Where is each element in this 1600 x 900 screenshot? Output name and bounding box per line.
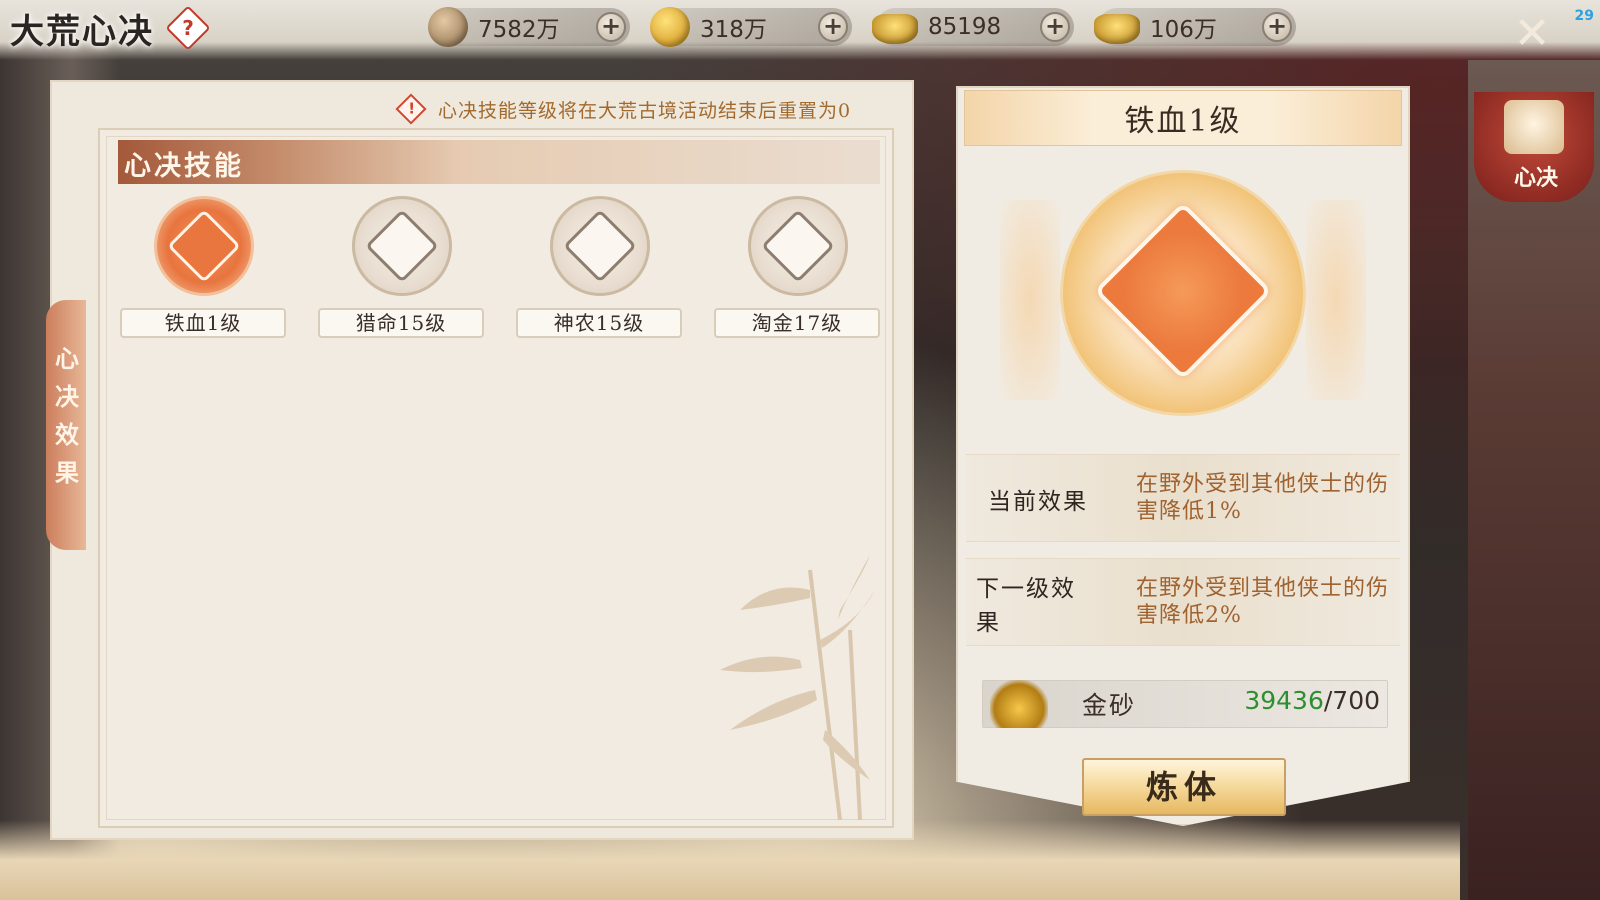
- currency-value: 318万: [700, 17, 767, 43]
- warning-icon: !: [395, 93, 427, 125]
- gold-coin-icon: [650, 7, 690, 47]
- cost-have: 39436: [1244, 686, 1324, 715]
- skill-label: 铁血1级: [120, 308, 286, 338]
- next-effect-row: 下一级效果 在野外受到其他侠士的伤害降低2%: [966, 558, 1400, 646]
- close-icon[interactable]: ✕: [1508, 12, 1556, 60]
- currency-value: 106万: [1150, 17, 1217, 43]
- skill-label: 神农15级: [516, 308, 682, 338]
- add-gold-ingot-button[interactable]: +: [1262, 12, 1292, 42]
- reset-notice: ! 心决技能等级将在大荒古境活动结束后重置为0: [395, 93, 904, 125]
- next-effect-text: 在野外受到其他侠士的伤害降低2%: [1136, 576, 1390, 628]
- currency-value: 85198: [928, 14, 1002, 40]
- skill-label: 猎命15级: [318, 308, 484, 338]
- meditation-icon: [1504, 100, 1564, 154]
- detail-title: 铁血1级: [1124, 104, 1242, 139]
- sword-emblem-icon: [352, 196, 452, 296]
- bronze-coin-icon: [428, 7, 468, 47]
- gold-ingot-icon: [1094, 14, 1140, 44]
- currency-silver-ingot: 85198 +: [872, 8, 1074, 46]
- current-effect-text: 在野外受到其他侠士的伤害降低1%: [1136, 472, 1390, 524]
- pickaxe-emblem-icon: [748, 196, 848, 296]
- bamboo-decoration: [720, 555, 875, 820]
- help-icon-glyph: ?: [182, 16, 194, 40]
- cost-value: 39436/700: [1200, 686, 1380, 715]
- add-silver-ingot-button[interactable]: +: [1040, 12, 1070, 42]
- shield-emblem-icon: [154, 196, 254, 296]
- refine-button[interactable]: 炼体: [1082, 758, 1286, 816]
- current-effect-label: 当前效果: [988, 489, 1088, 515]
- skill-shennong[interactable]: 神农15级: [516, 196, 682, 342]
- skill-lieming[interactable]: 猎命15级: [318, 196, 484, 342]
- fps-counter: 29: [1574, 8, 1594, 24]
- tab-xinjue-effects-label: 心 决 效 果: [55, 344, 79, 487]
- tab-xinjue-label: 心决: [1513, 165, 1558, 191]
- add-bronze-coin-button[interactable]: +: [596, 12, 626, 42]
- page-title: 大荒心决: [10, 12, 154, 52]
- current-effect-row: 当前效果 在野外受到其他侠士的伤害降低1%: [966, 454, 1400, 542]
- section-title: 心决技能: [124, 151, 244, 182]
- skill-taojin[interactable]: 淘金17级: [714, 196, 880, 342]
- currency-bronze-coin: 7582万 +: [428, 7, 630, 47]
- next-effect-label: 下一级效果: [976, 576, 1076, 636]
- cost-name: 金砂: [1082, 691, 1137, 720]
- skill-label: 淘金17级: [714, 308, 880, 338]
- cost-need: /700: [1323, 686, 1380, 715]
- add-gold-coin-button[interactable]: +: [818, 12, 848, 42]
- gold-sand-icon: [990, 680, 1048, 728]
- skill-tiexue[interactable]: 铁血1级: [120, 196, 286, 342]
- silver-ingot-icon: [872, 14, 918, 44]
- currency-value: 7582万: [478, 17, 560, 43]
- flame-decoration-left: [1000, 200, 1060, 400]
- reset-notice-text: 心决技能等级将在大荒古境活动结束后重置为0: [438, 99, 852, 122]
- currency-gold-ingot: 106万 +: [1094, 8, 1296, 46]
- lotus-emblem-icon: [550, 196, 650, 296]
- flame-decoration-right: [1306, 200, 1366, 400]
- currency-gold-coin: 318万 +: [650, 7, 852, 47]
